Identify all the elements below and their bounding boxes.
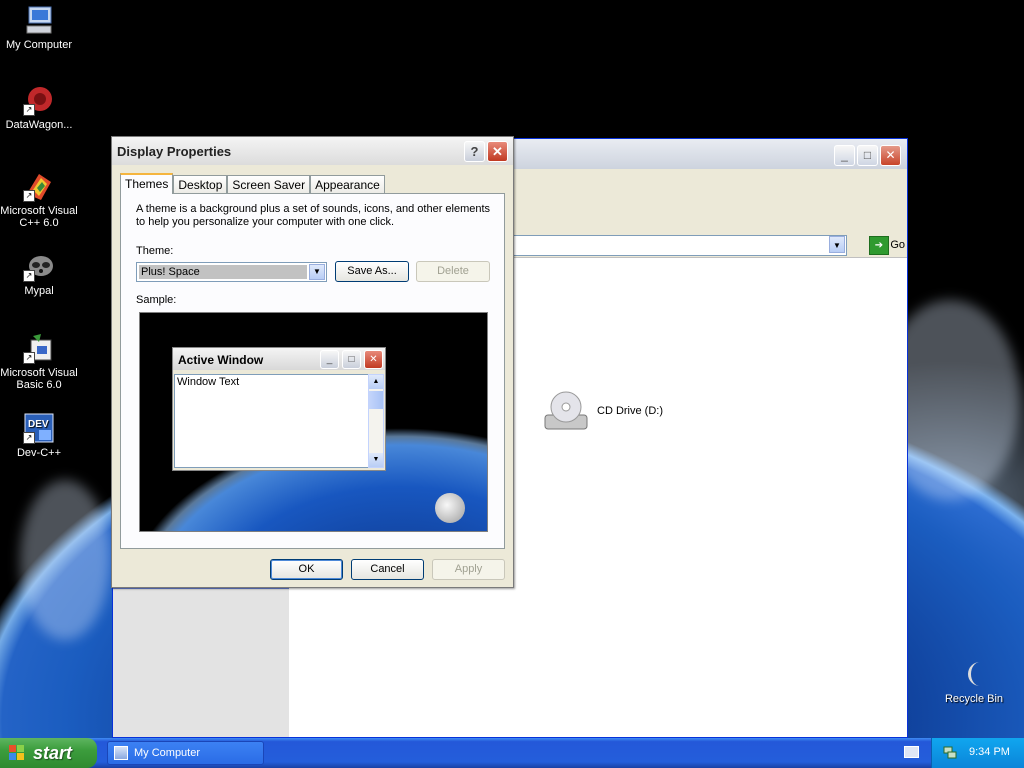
sample-window-titlebar: Active Window _ □ ✕ [173, 348, 385, 370]
desktop-icon-label: Microsoft Visual Basic 6.0 [0, 367, 78, 391]
tab-screen-saver[interactable]: Screen Saver [227, 175, 311, 193]
address-dropdown-button[interactable]: ▼ [829, 236, 845, 253]
tab-desktop[interactable]: Desktop [173, 175, 228, 193]
desktop-icon-my-computer[interactable]: My Computer [0, 4, 79, 51]
mypal-icon: ↗ [23, 250, 55, 282]
themes-description: A theme is a background plus a set of so… [136, 203, 491, 228]
desktop-icon-visual-cpp[interactable]: ↗ Microsoft Visual C++ 6.0 [0, 170, 79, 229]
theme-select[interactable]: Plus! Space ▼ [136, 262, 327, 282]
desktop-icon-label: Recycle Bin [944, 693, 1004, 705]
tab-appearance[interactable]: Appearance [310, 175, 385, 193]
taskbar-item-label: My Computer [134, 747, 201, 759]
visual-basic-icon: ↗ [23, 332, 55, 364]
desktop-icon-dev-cpp[interactable]: DEV ↗ Dev-C++ [0, 412, 79, 459]
taskbar: start My Computer 9:34 PM [0, 738, 1024, 768]
minimize-button[interactable]: _ [834, 145, 855, 166]
maximize-icon: □ [342, 350, 361, 369]
moon-icon [435, 493, 465, 523]
shortcut-arrow-icon: ↗ [23, 432, 35, 444]
minimize-icon: _ [320, 350, 339, 369]
close-button[interactable]: ✕ [487, 141, 508, 162]
delete-button[interactable]: Delete [416, 261, 490, 282]
cancel-button[interactable]: Cancel [351, 559, 424, 580]
theme-sample-preview: Active Window _ □ ✕ Window Text ▲ ▼ [139, 312, 488, 532]
dialog-titlebar[interactable]: Display Properties ? ✕ [112, 137, 513, 165]
task-pane-lower [113, 589, 289, 737]
cd-drive-label: CD Drive (D:) [597, 405, 663, 417]
maximize-button[interactable]: □ [857, 145, 878, 166]
cd-drive-icon [543, 389, 589, 433]
taskbar-item-my-computer[interactable]: My Computer [107, 741, 264, 765]
my-computer-icon [23, 4, 55, 36]
go-button[interactable]: Go [890, 239, 905, 251]
tab-strip: Themes Desktop Screen Saver Appearance [120, 173, 385, 194]
cd-drive-item[interactable]: CD Drive (D:) [543, 389, 663, 433]
desktop-icon-label: Mypal [24, 285, 54, 297]
desktop-icon-recycle-bin[interactable]: Recycle Bin [934, 658, 1014, 705]
desktop-icon-datawagon[interactable]: ↗ DataWagon... [0, 84, 79, 131]
visual-cpp-icon: ↗ [23, 170, 55, 202]
chevron-down-icon[interactable]: ▼ [309, 264, 325, 280]
desktop-icon-label: DataWagon... [5, 119, 73, 131]
system-tray: 9:34 PM [931, 738, 1024, 768]
scroll-down-icon: ▼ [369, 453, 383, 467]
desktop-icon-visual-basic[interactable]: ↗ Microsoft Visual Basic 6.0 [0, 332, 79, 391]
scroll-up-icon: ▲ [369, 375, 383, 389]
sample-window-title: Active Window [178, 353, 264, 367]
shortcut-arrow-icon: ↗ [23, 104, 35, 116]
themes-panel: A theme is a background plus a set of so… [120, 193, 505, 549]
keyboard-icon[interactable] [904, 746, 919, 758]
ok-button[interactable]: OK [270, 559, 343, 580]
display-properties-dialog: Display Properties ? ✕ Themes Desktop Sc… [111, 136, 514, 588]
sample-window-text: Window Text [174, 374, 369, 468]
clock[interactable]: 9:34 PM [969, 746, 1010, 758]
datawagon-icon: ↗ [23, 84, 55, 116]
scroll-thumb [369, 391, 383, 409]
save-as-button[interactable]: Save As... [335, 261, 409, 282]
sample-scrollbar: ▲ ▼ [368, 374, 384, 468]
apply-button[interactable]: Apply [432, 559, 505, 580]
address-input[interactable] [513, 235, 847, 256]
my-computer-icon [114, 746, 128, 760]
shortcut-arrow-icon: ↗ [23, 270, 35, 282]
windows-logo-icon [9, 745, 24, 760]
shortcut-arrow-icon: ↗ [23, 352, 35, 364]
desktop-icon-mypal[interactable]: ↗ Mypal [0, 250, 79, 297]
dev-cpp-icon: DEV ↗ [23, 412, 55, 444]
shortcut-arrow-icon: ↗ [23, 190, 35, 202]
dialog-title: Display Properties [117, 144, 232, 159]
desktop-icon-label: Microsoft Visual C++ 6.0 [0, 205, 78, 229]
network-icon[interactable] [943, 745, 957, 759]
cloud-decoration [20, 480, 110, 640]
theme-select-value: Plus! Space [139, 265, 307, 279]
svg-text:DEV: DEV [28, 419, 49, 430]
recycle-bin-icon [958, 658, 990, 690]
start-button[interactable]: start [0, 738, 97, 768]
tab-themes[interactable]: Themes [120, 173, 174, 194]
go-arrow-icon[interactable]: ➔ [869, 236, 889, 255]
desktop-icon-label: Dev-C++ [16, 447, 62, 459]
sample-active-window: Active Window _ □ ✕ Window Text ▲ ▼ [172, 347, 386, 471]
close-icon: ✕ [364, 350, 383, 369]
close-button[interactable]: ✕ [880, 145, 901, 166]
theme-label: Theme: [136, 245, 174, 257]
sample-label: Sample: [136, 294, 177, 306]
help-button[interactable]: ? [464, 141, 485, 162]
start-label: start [33, 743, 73, 763]
desktop-icon-label: My Computer [5, 39, 73, 51]
